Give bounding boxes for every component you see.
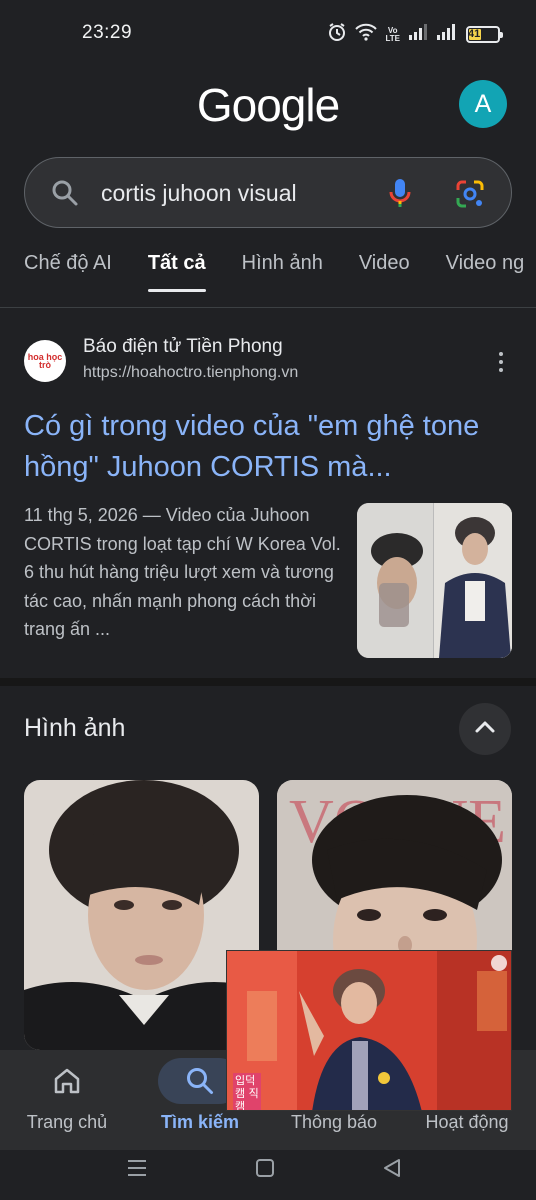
home-button-icon[interactable]	[255, 1158, 275, 1183]
result-snippet: 11 thg 5, 2026 — Video của Juhoon CORTIS…	[24, 505, 341, 639]
recent-apps-icon[interactable]	[126, 1158, 148, 1183]
battery-level: 41	[468, 28, 481, 40]
result-thumbnail[interactable]	[357, 503, 512, 658]
search-icon	[51, 179, 79, 212]
tab-all[interactable]: Tất cả	[147, 252, 206, 292]
voice-search-icon[interactable]	[387, 177, 413, 216]
collapse-button[interactable]	[459, 703, 511, 755]
signal-icon-2	[436, 24, 458, 45]
search-input[interactable]	[101, 174, 381, 212]
nav-home-label: Trang chủ	[26, 1112, 108, 1132]
nav-activity-label: Hoạt động	[425, 1112, 509, 1132]
nav-notifications-label: Thông báo	[290, 1112, 378, 1132]
status-time: 23:29	[82, 22, 133, 43]
battery-icon: 41	[466, 26, 503, 43]
search-box[interactable]	[24, 157, 512, 228]
signal-icon-1	[408, 24, 428, 45]
google-logo[interactable]: Google	[0, 78, 536, 132]
volte-icon: Vo LTE	[385, 25, 400, 43]
more-options-icon[interactable]	[494, 350, 508, 374]
video-caption: 입덕캠 직캠	[233, 1073, 261, 1110]
status-bar: 23:29 Vo LTE 41	[0, 0, 536, 68]
tab-ai-mode[interactable]: Chế độ AI	[24, 252, 112, 292]
images-section-heading: Hình ảnh	[24, 714, 126, 742]
site-name: Báo điện tử Tiền Phong	[83, 336, 283, 357]
image-result-1[interactable]	[24, 780, 259, 1050]
tab-video[interactable]: Video	[359, 252, 410, 292]
section-divider	[0, 678, 536, 686]
home-icon	[52, 1066, 82, 1101]
tab-images[interactable]: Hình ảnh	[242, 252, 323, 292]
google-lens-icon[interactable]	[455, 179, 485, 214]
back-icon[interactable]	[382, 1158, 402, 1183]
google-search-page: 23:29 Vo LTE 41 Google A cortis juhoon v…	[0, 0, 536, 1200]
nav-activity[interactable]: Hoạt động	[410, 1050, 524, 1150]
site-url: https://hoahoctro.tienphong.vn	[83, 364, 299, 381]
result-title-link[interactable]: Có gì trong video của "em ghệ tone hồng"…	[24, 406, 514, 488]
nav-notifications[interactable]: Thông báo	[278, 1050, 390, 1150]
wifi-icon	[355, 23, 378, 46]
site-favicon: hoa học trò	[24, 340, 66, 382]
tab-short-video[interactable]: Video ng	[446, 252, 525, 292]
search-icon	[185, 1066, 215, 1101]
search-result[interactable]: hoa học trò Báo điện tử Tiền Phong https…	[0, 308, 536, 678]
alarm-icon	[327, 22, 347, 47]
system-navigation-bar	[0, 1150, 536, 1200]
chevron-up-icon	[474, 720, 496, 739]
nav-home[interactable]: Trang chủ	[12, 1050, 122, 1150]
search-tabs: Chế độ AI Tất cả Hình ảnh Video Video ng	[24, 252, 536, 296]
status-icons: Vo LTE 41	[327, 22, 503, 47]
account-avatar[interactable]: A	[459, 80, 507, 128]
nav-search-label: Tìm kiếm	[160, 1112, 240, 1132]
